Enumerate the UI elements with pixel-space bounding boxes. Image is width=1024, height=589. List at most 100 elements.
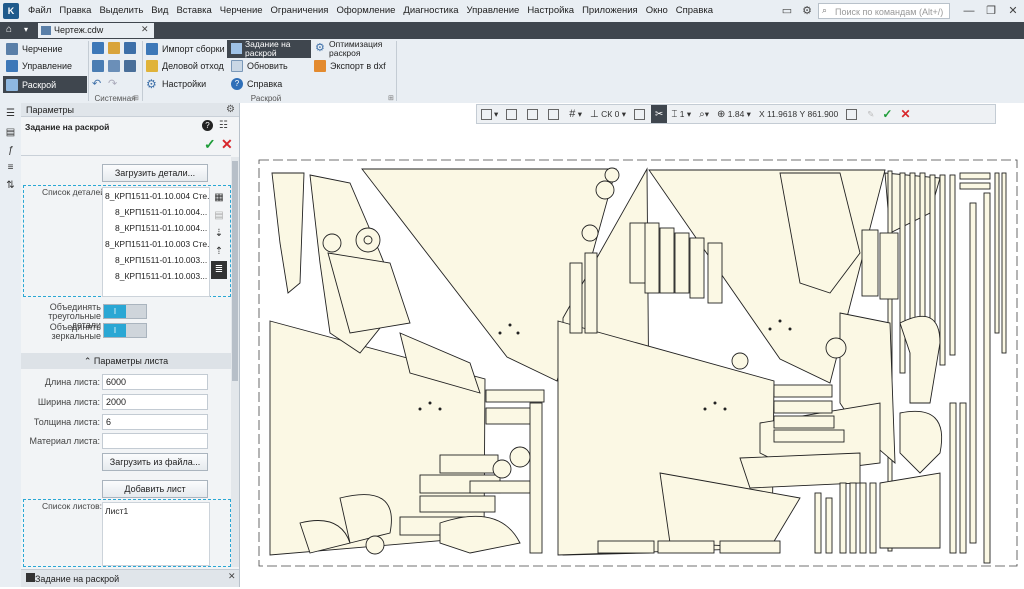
tree-view-icon[interactable]: ☷ [219,120,228,131]
round-button[interactable]: ✂ [650,105,668,123]
grid-button[interactable]: # ▾ [565,105,586,123]
menu-item[interactable]: Приложения [578,0,642,22]
part-slot-plate[interactable] [719,540,781,554]
cancel-cross-icon[interactable]: ✕ [221,136,233,153]
list-copy-icon[interactable]: ▤ [211,207,227,225]
panel-scrollbar[interactable] [231,157,239,567]
app-logo-icon[interactable]: K [3,3,19,19]
settings-icon[interactable]: ⚙ [800,4,814,18]
part-washer[interactable] [731,352,749,370]
part-washer[interactable] [509,446,531,468]
sheets-list[interactable]: Лист1 [102,502,210,566]
part-strip[interactable] [814,492,822,554]
settings-button[interactable]: ⚙ Настройки [146,76,206,92]
list-item[interactable]: 8_КРП1511-01.10.004... [103,204,209,220]
menu-item[interactable]: Справка [672,0,717,22]
sheet-width-input[interactable]: 2000 [102,394,208,410]
part-slot-plate[interactable] [485,389,545,403]
open-folder-icon[interactable] [108,42,120,54]
help-button[interactable]: ? Справка [231,76,282,92]
part-washer[interactable] [322,233,342,253]
part-bracket[interactable] [271,172,305,294]
panel-settings-icon[interactable]: ⚙ [226,104,235,115]
scrollbar-thumb[interactable] [232,161,238,381]
part-slot-plate[interactable] [469,480,531,494]
part-slot-plate[interactable] [773,400,833,414]
reject-button[interactable]: ✕ [896,105,914,123]
part-slot-plate[interactable] [659,227,675,294]
part-strip[interactable] [994,172,1000,334]
part-slot-plate[interactable] [773,429,845,443]
sheet-thickness-input[interactable]: 6 [102,414,208,430]
part-slot-plate[interactable] [439,454,499,474]
part-washer[interactable] [365,535,385,555]
part-strip[interactable] [959,172,991,180]
part-washer[interactable] [604,167,620,183]
help-icon[interactable]: ? [202,120,213,131]
close-panel-icon[interactable]: ✕ [228,571,236,582]
part-strip[interactable] [959,402,967,554]
part-hook[interactable] [899,315,941,404]
close-tab-icon[interactable]: ✕ [141,24,149,35]
load-parts-button[interactable]: Загрузить детали... [102,164,208,182]
menu-item[interactable]: Файл [24,0,55,22]
part-strip[interactable] [859,482,867,554]
part-washer[interactable] [595,180,615,200]
panel-icon[interactable]: ▭ [780,4,794,18]
mode-management[interactable]: Управление [6,58,86,74]
save-icon[interactable] [124,42,136,54]
part-slot-plate[interactable] [584,252,598,334]
import-assembly-button[interactable]: Импорт сборки [146,41,225,57]
menu-item[interactable]: Окно [642,0,672,22]
part-slot-plate[interactable] [485,407,537,425]
list-item[interactable]: 8_КРП1511-01.10.004 Сте... [103,188,209,204]
load-from-file-button[interactable]: Загрузить из файла... [102,453,208,471]
drawing-canvas[interactable] [240,103,1024,587]
save-all-icon[interactable] [124,60,136,72]
accept-button[interactable]: ✓ [878,105,896,123]
part-strip[interactable] [529,402,543,554]
list-item[interactable]: Лист1 [103,503,209,519]
sort-descending-icon[interactable]: ⇡ [211,243,227,261]
part-strip[interactable] [839,482,847,554]
reorder-icon[interactable]: ⇅ [4,179,17,192]
list-item[interactable]: 8_КРП1511-01.10.003 Сте... [103,236,209,252]
menu-item[interactable]: Выделить [95,0,147,22]
part-slot-plate[interactable] [644,222,660,294]
list-view-icon[interactable]: ≣ [211,261,227,279]
part-washer[interactable] [492,459,512,479]
group-expand-icon[interactable]: ⊞ [388,94,394,102]
menu-item[interactable]: Ограничения [267,0,333,22]
list-properties-icon[interactable]: ▦ [211,189,227,207]
tree-icon[interactable]: ☰ [4,107,17,120]
mode-drawing[interactable]: Черчение [6,41,86,57]
minimize-button[interactable]: — [962,4,976,18]
new-document-icon[interactable] [92,42,104,54]
local-snap-button[interactable] [523,105,544,123]
part-slot-plate[interactable] [629,222,647,284]
add-sheet-button[interactable]: Добавить лист [102,480,208,498]
properties-icon[interactable]: ▤ [4,126,17,139]
list-item[interactable]: 8_КРП1511-01.10.004... [103,220,209,236]
part-slot-plate[interactable] [689,237,705,299]
command-search-input[interactable]: Поиск по командам (Alt+/) [818,3,950,19]
maximize-button[interactable]: ❐ [984,4,998,18]
part-washer[interactable] [825,337,847,359]
part-slot-plate[interactable] [773,384,833,398]
parts-list[interactable]: 8_КРП1511-01.10.004 Сте... 8_КРП1511-01.… [102,187,210,297]
menu-item[interactable]: Настройка [523,0,578,22]
undo-icon[interactable]: ↶ [92,78,104,90]
variables-fx-icon[interactable]: ƒ [4,144,17,157]
part-washer[interactable] [581,224,599,242]
menu-item[interactable]: Управление [463,0,524,22]
close-window-button[interactable]: ✕ [1006,4,1020,18]
part-strip[interactable] [1001,172,1007,354]
part-hook[interactable] [899,410,943,474]
part-strip[interactable] [849,482,857,554]
part-slot-plate[interactable] [597,540,655,554]
part-slot-plate[interactable] [569,262,583,334]
ortho-button[interactable] [502,105,523,123]
layers-icon[interactable]: ≡ [4,161,17,174]
menu-item[interactable]: Диагностика [399,0,462,22]
tab-menu-chevron-icon[interactable]: ▾ [24,24,34,36]
